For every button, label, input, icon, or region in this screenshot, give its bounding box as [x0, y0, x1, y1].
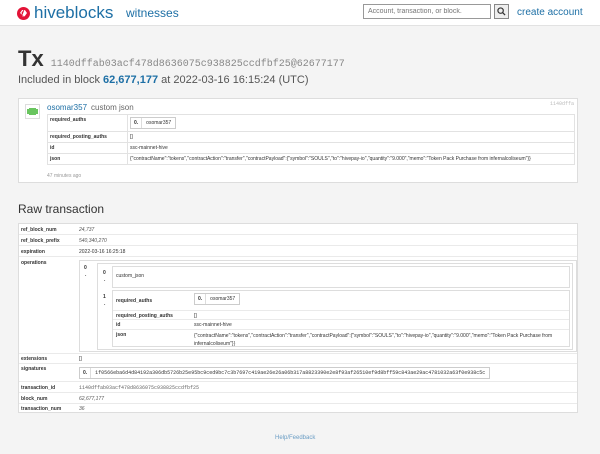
- search-icon: [497, 7, 506, 16]
- table-row: extensions []: [19, 354, 577, 364]
- array-index-dot: .: [104, 301, 106, 307]
- row-key: transaction_num: [21, 406, 62, 412]
- cell-key: required_auths: [47, 114, 128, 132]
- table-row: required_auths 0. osomar357: [47, 114, 575, 132]
- tx-header: Tx 1140dffab03acf478d8636075c938825ccdfb…: [18, 46, 345, 72]
- block-link[interactable]: 62,677,177: [103, 74, 158, 86]
- row-value: 62,677,177: [79, 396, 105, 402]
- help-feedback-link[interactable]: Help/Feedback: [275, 435, 315, 441]
- cell-value: 0. osomar357: [127, 114, 575, 132]
- operation-details-table: required_auths 0. osomar357 required_pos…: [47, 114, 575, 165]
- row-value: {"contractName":"tokens","contractAction…: [194, 333, 553, 347]
- table-row: block_num 62,677,177: [19, 393, 577, 404]
- row-key: json: [116, 332, 127, 338]
- included-in-block: Included in block 62,677,177 at 2022-03-…: [18, 74, 309, 86]
- row-key: required_auths: [116, 298, 153, 304]
- table-row: expiration 2022-03-16 16:25:18: [19, 246, 577, 257]
- row-value: []: [194, 313, 197, 319]
- auth-pill: 0. osomar357: [130, 117, 177, 129]
- operation-time-ago: 47 minutes ago: [47, 173, 82, 179]
- table-row: id ssc-mainnet-hive: [47, 142, 575, 154]
- cell-value: {"contractName":"tokens","contractAction…: [127, 153, 575, 165]
- hive-logo-icon: [17, 6, 30, 20]
- row-value: 1140dffab03acf478d8636075c938825ccdfbf25: [79, 385, 200, 391]
- operation-card: osomar357 custom json 1140dffa required_…: [18, 98, 578, 183]
- nav-witnesses-link[interactable]: witnesses: [126, 6, 179, 20]
- row-key: required_posting_auths: [116, 313, 173, 319]
- row-value: 36: [79, 406, 85, 412]
- table-row: json {"contractName":"tokens","contractA…: [113, 330, 569, 348]
- row-key: expiration: [21, 249, 45, 255]
- table-row: required_posting_auths []: [47, 131, 575, 143]
- table-row: signatures 0. 1f0566eba6d4d84192a306db57…: [19, 364, 577, 382]
- row-key: ref_block_prefix: [21, 238, 60, 244]
- row-key: ref_block_num: [21, 227, 57, 233]
- cell-value: ssc-mainnet-hive: [127, 142, 575, 154]
- top-navbar: hiveblocks witnesses create account: [0, 0, 600, 26]
- search-button[interactable]: [494, 4, 509, 19]
- avatar[interactable]: [25, 104, 40, 119]
- table-row: transaction_num 36: [19, 404, 577, 414]
- row-key: extensions: [21, 356, 48, 362]
- operation-entry: 0 . custom_json 1 . required_auths 0. os…: [97, 263, 573, 350]
- row-value: 2022-03-16 16:25:18: [79, 249, 126, 255]
- table-row: id ssc-mainnet-hive: [113, 320, 569, 330]
- auth-pill: 0. osomar357: [194, 293, 241, 305]
- included-prefix: Included in block: [18, 74, 100, 86]
- table-row: transaction_id 1140dffab03acf478d8636075…: [19, 382, 577, 393]
- row-key: signatures: [21, 366, 47, 372]
- table-row: ref_block_num 24,737: [19, 224, 577, 235]
- row-value: 540,340,270: [79, 238, 107, 244]
- table-row: required_auths 0. osomar357: [113, 291, 569, 311]
- operations-array: 0 . 0 . custom_json 1 . required_auths 0…: [79, 260, 577, 352]
- create-account-link[interactable]: create account: [517, 7, 583, 18]
- cell-value: []: [127, 131, 575, 143]
- signature-value: 1f0566eba6d4d84192a306db5726b25e95bc9ced…: [95, 370, 486, 376]
- operation-type: custom json: [91, 103, 134, 112]
- table-row-operations: operations 0 . 0 . custom_json 1 . requi…: [19, 257, 577, 354]
- raw-transaction-table: ref_block_num 24,737 ref_block_prefix 54…: [18, 223, 578, 413]
- cell-key: json: [47, 153, 128, 165]
- row-key: transaction_id: [21, 385, 56, 391]
- operation-name-box: custom_json: [112, 266, 570, 288]
- operation-user-link[interactable]: osomar357: [47, 103, 87, 112]
- brand-link[interactable]: hiveblocks: [17, 3, 113, 23]
- operation-name: custom_json: [116, 273, 145, 279]
- page-title: Tx: [18, 46, 44, 71]
- section-title: Raw transaction: [18, 202, 105, 216]
- search-input[interactable]: [363, 4, 491, 19]
- row-key: block_num: [21, 396, 48, 402]
- operation-tx-hash-link[interactable]: 1140dffa: [550, 101, 574, 107]
- cell-key: id: [47, 142, 128, 154]
- row-key: operations: [21, 260, 47, 266]
- table-row: ref_block_prefix 540,340,270: [19, 235, 577, 246]
- array-index: 1: [103, 294, 106, 300]
- operation-payload: required_auths 0. osomar357 required_pos…: [112, 290, 570, 347]
- row-value: 24,737: [79, 227, 95, 233]
- brand-name: hiveblocks: [34, 3, 114, 22]
- array-index: 0: [84, 265, 87, 271]
- signature-pill: 0. 1f0566eba6d4d84192a306db5726b25e95bc9…: [79, 367, 491, 379]
- table-row: required_posting_auths []: [113, 311, 569, 320]
- row-key: id: [116, 322, 121, 328]
- included-timestamp: at 2022-03-16 16:15:24 (UTC): [161, 74, 309, 86]
- array-index: 0: [103, 270, 106, 276]
- array-index-dot: .: [85, 272, 87, 278]
- cell-key: required_posting_auths: [47, 131, 128, 143]
- table-row: json {"contractName":"tokens","contractA…: [47, 153, 575, 165]
- array-index-dot: .: [104, 277, 106, 283]
- row-value: ssc-mainnet-hive: [194, 322, 232, 328]
- tx-hash: 1140dffab03acf478d8636075c938825ccdfbf25…: [50, 59, 345, 70]
- row-value: []: [79, 356, 82, 362]
